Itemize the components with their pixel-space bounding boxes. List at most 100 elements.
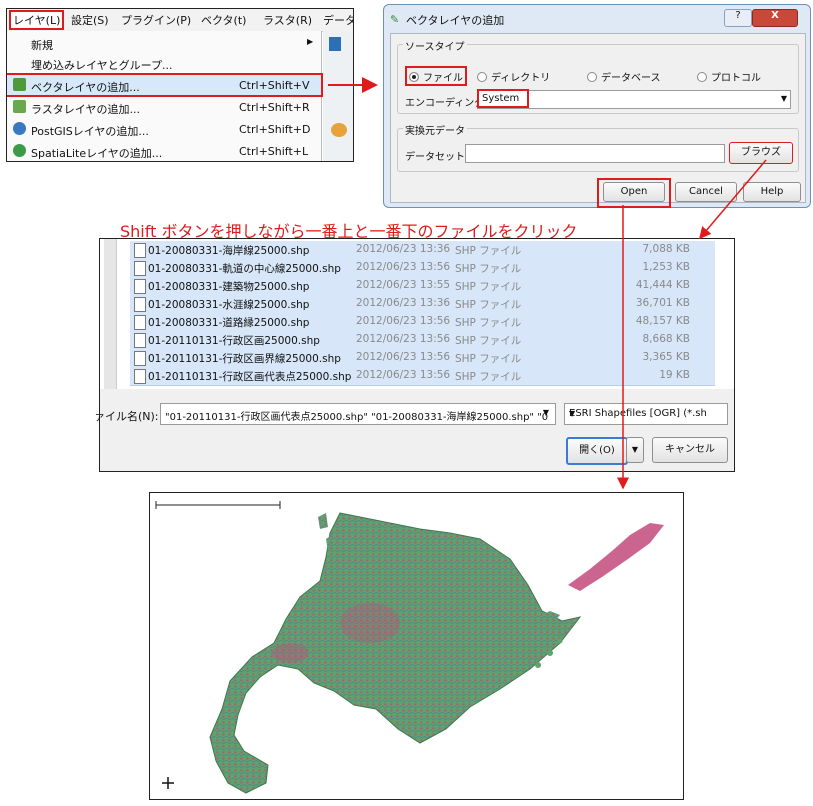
dataset-label: データセット — [405, 152, 465, 163]
filename-value: "01-20110131-行政区画代表点25000.shp" "01-20080… — [165, 412, 549, 423]
file-size: 19 KB — [659, 369, 690, 381]
radio-file[interactable]: ファイル — [409, 69, 463, 84]
raster-layer-icon — [13, 100, 26, 113]
menu-layer[interactable]: レイヤ(L) — [9, 10, 65, 30]
file-row[interactable]: 01-20080331-水涯線25000.shp 2012/06/23 13:36… — [130, 295, 715, 314]
file-date: 2012/06/23 13:55 — [356, 279, 451, 291]
menu-item-shortcut: Ctrl+Shift+R — [239, 101, 310, 114]
menu-item-label: PostGISレイヤの追加... — [31, 125, 149, 138]
filetype-select[interactable]: ESRI Shapefiles [OGR] (*.sh ▼ — [564, 403, 728, 425]
source-data-label: 実換元データ — [403, 122, 467, 137]
open-button[interactable]: Open — [603, 182, 665, 202]
file-date: 2012/06/23 13:56 — [356, 369, 451, 381]
file-size: 41,444 KB — [635, 279, 690, 291]
chevron-down-icon: ▼ — [780, 94, 787, 103]
file-row[interactable]: 01-20080331-軌道の中心線25000.shp 2012/06/23 13… — [130, 259, 715, 278]
filename-dropdown-icon[interactable]: ▼ — [538, 403, 554, 423]
file-name: 01-20080331-海岸線25000.shp — [148, 245, 310, 257]
toolbar-strip — [323, 31, 353, 161]
file-date: 2012/06/23 13:36 — [356, 297, 451, 309]
map-canvas[interactable] — [149, 492, 684, 800]
file-name: 01-20110131-行政区画25000.shp — [148, 335, 320, 347]
file-type: SHP ファイル — [455, 299, 522, 311]
file-icon — [134, 369, 146, 384]
file-row[interactable]: 01-20110131-行政区画界線25000.shp 2012/06/23 13… — [130, 349, 715, 368]
filename-label: ァイル名(N): — [94, 410, 159, 423]
file-type: SHP ファイル — [455, 335, 522, 347]
toolbar-identify-icon[interactable] — [331, 123, 347, 137]
file-type: SHP ファイル — [455, 353, 522, 365]
file-open-dialog: 01-20080331-海岸線25000.shp 2012/06/23 13:36… — [94, 238, 735, 472]
source-type-label: ソースタイプ — [403, 38, 467, 53]
file-date: 2012/06/23 13:56 — [356, 261, 451, 273]
filename-input[interactable]: "01-20110131-行政区画代表点25000.shp" "01-20080… — [160, 403, 556, 425]
open-dropdown-icon[interactable]: ▼ — [626, 437, 644, 463]
menu-item-label: 新規 — [31, 39, 53, 52]
file-name: 01-20080331-水涯線25000.shp — [148, 299, 310, 311]
menu-item-new[interactable]: 新規 ▶ — [7, 33, 321, 53]
file-type: SHP ファイル — [455, 245, 522, 257]
file-row[interactable]: 01-20110131-行政区画25000.shp 2012/06/23 13:5… — [130, 331, 715, 350]
radio-selected-icon — [409, 72, 419, 82]
browse-button[interactable]: ブラウズ — [729, 142, 793, 164]
layer-dropdown-menu: 新規 ▶ 埋め込みレイヤとグループ... ベクタレイヤの追加... Ctrl+S… — [7, 31, 323, 161]
file-icon — [134, 333, 146, 348]
file-date: 2012/06/23 13:56 — [356, 351, 451, 363]
file-size: 36,701 KB — [635, 297, 690, 309]
file-name: 01-20080331-軌道の中心線25000.shp — [148, 263, 341, 275]
dataset-input[interactable] — [465, 144, 725, 163]
menu-vector[interactable]: ベクタ(t) — [201, 12, 246, 28]
cancel-button[interactable]: Cancel — [675, 182, 737, 202]
radio-protocol[interactable]: プロトコル — [697, 69, 761, 84]
file-row[interactable]: 01-20110131-行政区画代表点25000.shp 2012/06/23 1… — [130, 367, 715, 386]
file-icon — [134, 315, 146, 330]
file-type: SHP ファイル — [455, 371, 522, 383]
file-type: SHP ファイル — [455, 317, 522, 329]
file-type: SHP ファイル — [455, 263, 522, 275]
menu-item-shortcut: Ctrl+Shift+V — [239, 79, 310, 92]
file-size: 7,088 KB — [642, 243, 691, 255]
dialog-title: ベクタレイヤの追加 — [406, 14, 505, 27]
file-icon — [134, 297, 146, 312]
vertical-scrollbar[interactable] — [104, 239, 117, 389]
file-icon — [134, 351, 146, 366]
help-button[interactable]: Help — [743, 182, 801, 202]
submenu-arrow-icon: ▶ — [307, 37, 314, 46]
menu-database[interactable]: データ — [323, 12, 353, 28]
file-size: 8,668 KB — [642, 333, 691, 345]
menu-item-add-spatialite-layer[interactable]: SpatiaLiteレイヤの追加... Ctrl+Shift+L — [7, 141, 321, 161]
menu-item-add-raster-layer[interactable]: ラスタレイヤの追加... Ctrl+Shift+R — [7, 97, 321, 117]
menu-plugins[interactable]: プラグイン(P) — [121, 12, 191, 28]
radio-database[interactable]: データベース — [587, 69, 661, 84]
file-cancel-button[interactable]: キャンセル — [652, 437, 728, 463]
menu-item-shortcut: Ctrl+Shift+L — [239, 145, 309, 158]
file-date: 2012/06/23 13:56 — [356, 333, 451, 345]
menu-item-label: ラスタレイヤの追加... — [31, 103, 140, 116]
file-open-button[interactable]: 開く(O) — [566, 437, 628, 465]
menu-item-add-postgis-layer[interactable]: PostGISレイヤの追加... Ctrl+Shift+D — [7, 119, 321, 139]
menu-settings[interactable]: 設定(S) — [71, 12, 109, 28]
file-row[interactable]: 01-20080331-道路縁25000.shp 2012/06/23 13:56… — [130, 313, 715, 332]
hokkaido-map-icon — [155, 501, 664, 794]
file-row[interactable]: 01-20080331-海岸線25000.shp 2012/06/23 13:36… — [130, 241, 715, 260]
spatialite-layer-icon — [13, 144, 26, 157]
vector-layer-icon: ✎ — [390, 13, 400, 26]
radio-directory[interactable]: ディレクトリ — [477, 69, 550, 84]
menu-item-embed-layers[interactable]: 埋め込みレイヤとグループ... — [7, 53, 321, 73]
file-row[interactable]: 01-20080331-建築物25000.shp 2012/06/23 13:55… — [130, 277, 715, 296]
radio-icon — [697, 72, 707, 82]
postgis-layer-icon — [13, 122, 26, 135]
file-type: SHP ファイル — [455, 281, 522, 293]
close-button[interactable]: X — [752, 9, 798, 27]
menu-raster[interactable]: ラスタ(R) — [263, 12, 312, 28]
menu-item-shortcut: Ctrl+Shift+D — [239, 123, 311, 136]
file-list: 01-20080331-海岸線25000.shp 2012/06/23 13:36… — [100, 239, 734, 389]
file-size: 48,157 KB — [635, 315, 690, 327]
file-size: 1,253 KB — [642, 261, 691, 273]
radio-label: ディレクトリ — [491, 73, 551, 84]
toolbar-db-icon[interactable] — [329, 37, 341, 51]
title-help-button[interactable]: ? — [724, 9, 752, 27]
menu-item-add-vector-layer[interactable]: ベクタレイヤの追加... Ctrl+Shift+V — [7, 73, 323, 97]
add-vector-layer-dialog: ✎ ベクタレイヤの追加 ? X ソースタイプ ファイル ディレクトリ データベー… — [383, 4, 811, 208]
radio-label: ファイル — [423, 73, 463, 84]
